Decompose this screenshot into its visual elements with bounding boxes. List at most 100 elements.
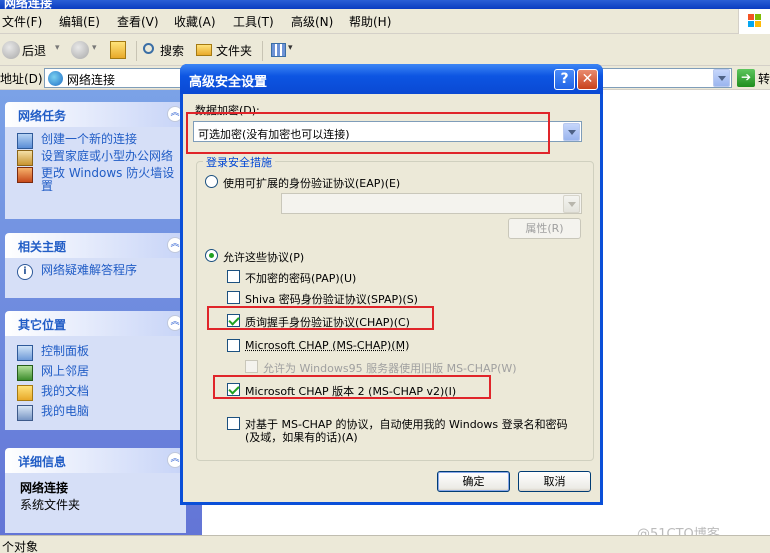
network-tasks-header[interactable]: 网络任务 ︽ — [5, 102, 186, 127]
forward-arrow-icon[interactable] — [71, 41, 89, 59]
spap-checkbox[interactable] — [227, 291, 240, 304]
allow-protocols-label[interactable]: 允许这些协议(P) — [223, 249, 304, 265]
home-network-icon — [17, 150, 33, 166]
spap-label[interactable]: Shiva 密码身份验证协议(SPAP)(S) — [245, 291, 418, 307]
highlight-mschapv2 — [213, 375, 491, 399]
panel-title: 网络任务 — [18, 109, 67, 123]
window-title: 网络连接 — [4, 0, 53, 9]
status-text: 个对象 — [2, 540, 39, 553]
task-firewall-settings[interactable]: 更改 Windows 防火墙设置 — [17, 167, 178, 193]
menu-edit[interactable]: 编辑(E) — [59, 13, 100, 30]
other-places-header[interactable]: 其它位置 ︽ — [5, 311, 186, 336]
task-network-troubleshooter[interactable]: i 网络疑难解答程序 — [17, 263, 178, 280]
details-type: 系统文件夹 — [20, 498, 81, 512]
place-my-documents[interactable]: 我的文档 — [17, 384, 178, 401]
task-label: 设置家庭或小型办公网络 — [41, 149, 174, 163]
win95-label: 允许为 Windows95 服务器使用旧版 MS-CHAP(W) — [263, 362, 517, 375]
address-dropdown-button[interactable] — [713, 69, 730, 87]
views-icon[interactable] — [271, 43, 286, 57]
mschap-checkbox[interactable] — [227, 339, 240, 352]
properties-button: 属性(R) — [508, 218, 581, 239]
dialog-title: 高级安全设置 — [189, 75, 268, 90]
back-arrow-icon[interactable] — [2, 41, 20, 59]
views-dropdown-icon[interactable]: ▾ — [288, 43, 293, 53]
other-places-body: 控制面板 网上邻居 我的文档 我的电脑 — [5, 336, 186, 430]
go-arrow-icon[interactable]: ➔ — [737, 69, 755, 87]
up-folder-icon[interactable] — [110, 41, 126, 59]
address-label: 地址(D) — [0, 72, 43, 86]
eap-radio[interactable] — [205, 175, 218, 188]
dialog-body: 数据加密(D): 可选加密(没有加密也可以连接) 登录安全措施 使用可扩展的身份… — [183, 94, 600, 502]
other-places-panel: 其它位置 ︽ 控制面板 网上邻居 我的文档 我的电脑 — [5, 311, 186, 430]
forward-dropdown-icon[interactable]: ▾ — [92, 43, 97, 53]
ok-button[interactable]: 确定 — [437, 471, 510, 492]
panel-title: 详细信息 — [18, 455, 67, 469]
window-title-bar[interactable]: 网络连接 — [0, 0, 770, 9]
panel-title: 其它位置 — [18, 318, 67, 332]
allow-protocols-radio[interactable] — [205, 249, 218, 262]
task-label: 网络疑难解答程序 — [41, 263, 138, 277]
details-panel: 详细信息 ︽ 网络连接 系统文件夹 — [5, 448, 186, 533]
search-icon[interactable] — [143, 43, 154, 54]
task-label: 创建一个新的连接 — [41, 132, 138, 146]
menu-file[interactable]: 文件(F) — [2, 13, 42, 30]
task-setup-home-network[interactable]: 设置家庭或小型办公网络 — [17, 149, 178, 166]
menu-favorites[interactable]: 收藏(A) — [174, 13, 216, 30]
highlight-encryption — [186, 112, 550, 154]
network-tasks-panel: 网络任务 ︽ 创建一个新的连接 设置家庭或小型办公网络 更改 Windows 防… — [5, 102, 186, 219]
details-header[interactable]: 详细信息 ︽ — [5, 448, 186, 473]
task-create-connection[interactable]: 创建一个新的连接 — [17, 132, 178, 149]
eap-select — [281, 193, 582, 214]
encryption-dropdown-button[interactable] — [563, 123, 580, 141]
mschap-label[interactable]: Microsoft CHAP (MS-CHAP)(M) — [245, 339, 409, 352]
place-my-computer[interactable]: 我的电脑 — [17, 405, 178, 421]
back-dropdown-icon[interactable]: ▾ — [55, 43, 60, 53]
task-label: 控制面板 — [41, 344, 90, 358]
eap-dropdown-button — [563, 195, 580, 213]
back-button[interactable]: 后退 — [22, 42, 46, 59]
details-name: 网络连接 — [20, 481, 69, 495]
menu-view[interactable]: 查看(V) — [117, 13, 159, 30]
folders-button[interactable]: 文件夹 — [216, 42, 252, 59]
win95-checkbox — [245, 360, 258, 373]
related-topics-body: i 网络疑难解答程序 — [5, 258, 186, 298]
toolbar-separator — [262, 41, 263, 61]
highlight-chap — [207, 306, 434, 330]
panel-title: 相关主题 — [18, 240, 67, 254]
pap-checkbox[interactable] — [227, 270, 240, 283]
my-documents-icon — [17, 385, 33, 401]
control-panel-icon — [17, 345, 33, 361]
pap-label[interactable]: 不加密的密码(PAP)(U) — [245, 270, 356, 286]
menu-advanced[interactable]: 高级(N) — [291, 13, 333, 30]
menu-help[interactable]: 帮助(H) — [349, 13, 391, 30]
eap-radio-label[interactable]: 使用可扩展的身份验证协议(EAP)(E) — [223, 175, 400, 191]
menu-tools[interactable]: 工具(T) — [233, 13, 274, 30]
info-icon: i — [17, 264, 33, 280]
network-neighborhood-icon — [17, 365, 33, 381]
task-label: 我的文档 — [41, 384, 90, 398]
auto-logon-label-2[interactable]: (及域，如果有的话)(A) — [245, 429, 358, 445]
network-tasks-body: 创建一个新的连接 设置家庭或小型办公网络 更改 Windows 防火墙设置 — [5, 127, 186, 219]
details-body: 网络连接 系统文件夹 — [5, 473, 186, 533]
help-button[interactable]: ? — [554, 69, 575, 90]
windows-flag-icon — [748, 14, 762, 28]
dialog-title-bar[interactable]: 高级安全设置 ? ✕ — [180, 64, 603, 94]
auto-logon-checkbox[interactable] — [227, 417, 240, 430]
go-button[interactable]: 转 — [758, 70, 770, 87]
cancel-button[interactable]: 取消 — [518, 471, 591, 492]
toolbar: 后退 ▾ ▾ 搜索 文件夹 ▾ — [0, 34, 770, 66]
folders-icon[interactable] — [196, 44, 212, 56]
advanced-security-dialog: 高级安全设置 ? ✕ 数据加密(D): 可选加密(没有加密也可以连接) 登录安全… — [180, 64, 603, 505]
my-computer-icon — [17, 405, 33, 421]
place-control-panel[interactable]: 控制面板 — [17, 344, 178, 361]
task-pane: 网络任务 ︽ 创建一个新的连接 设置家庭或小型办公网络 更改 Windows 防… — [0, 90, 202, 535]
address-value: 网络连接 — [67, 73, 116, 87]
place-network-neighborhood[interactable]: 网上邻居 — [17, 365, 178, 381]
search-button[interactable]: 搜索 — [160, 42, 184, 59]
logon-security-label: 登录安全措施 — [203, 154, 275, 170]
status-bar: 个对象 — [0, 535, 770, 553]
network-globe-icon — [48, 71, 63, 86]
related-topics-header[interactable]: 相关主题 ︽ — [5, 233, 186, 258]
close-button[interactable]: ✕ — [577, 69, 598, 90]
windows-logo — [738, 9, 770, 34]
